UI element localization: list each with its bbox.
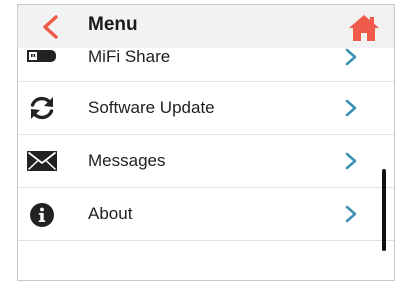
chevron-right-icon [345,205,357,223]
chevron-right-icon [345,152,357,170]
envelope-icon [26,147,58,175]
refresh-icon [26,94,58,122]
usb-drive-icon [26,42,58,70]
menu-item-messages[interactable]: Messages [18,135,394,188]
menu-item-label: MiFi Share [88,47,171,66]
device-screen: Menu MiFi Share Software Update Messages… [17,4,395,281]
menu-item-mifi-share[interactable]: MiFi Share [18,35,394,82]
menu-item-label: About [88,204,133,223]
page-title: Menu [88,14,138,35]
menu-item-label: Software Update [88,98,215,117]
scrollbar-thumb[interactable] [382,169,386,251]
chevron-right-icon [345,48,357,66]
menu-item-label: Messages [88,151,166,170]
info-icon [26,201,58,229]
chevron-right-icon [345,99,357,117]
menu-item-software-update[interactable]: Software Update [18,82,394,135]
menu-item-about[interactable]: About [18,188,394,241]
